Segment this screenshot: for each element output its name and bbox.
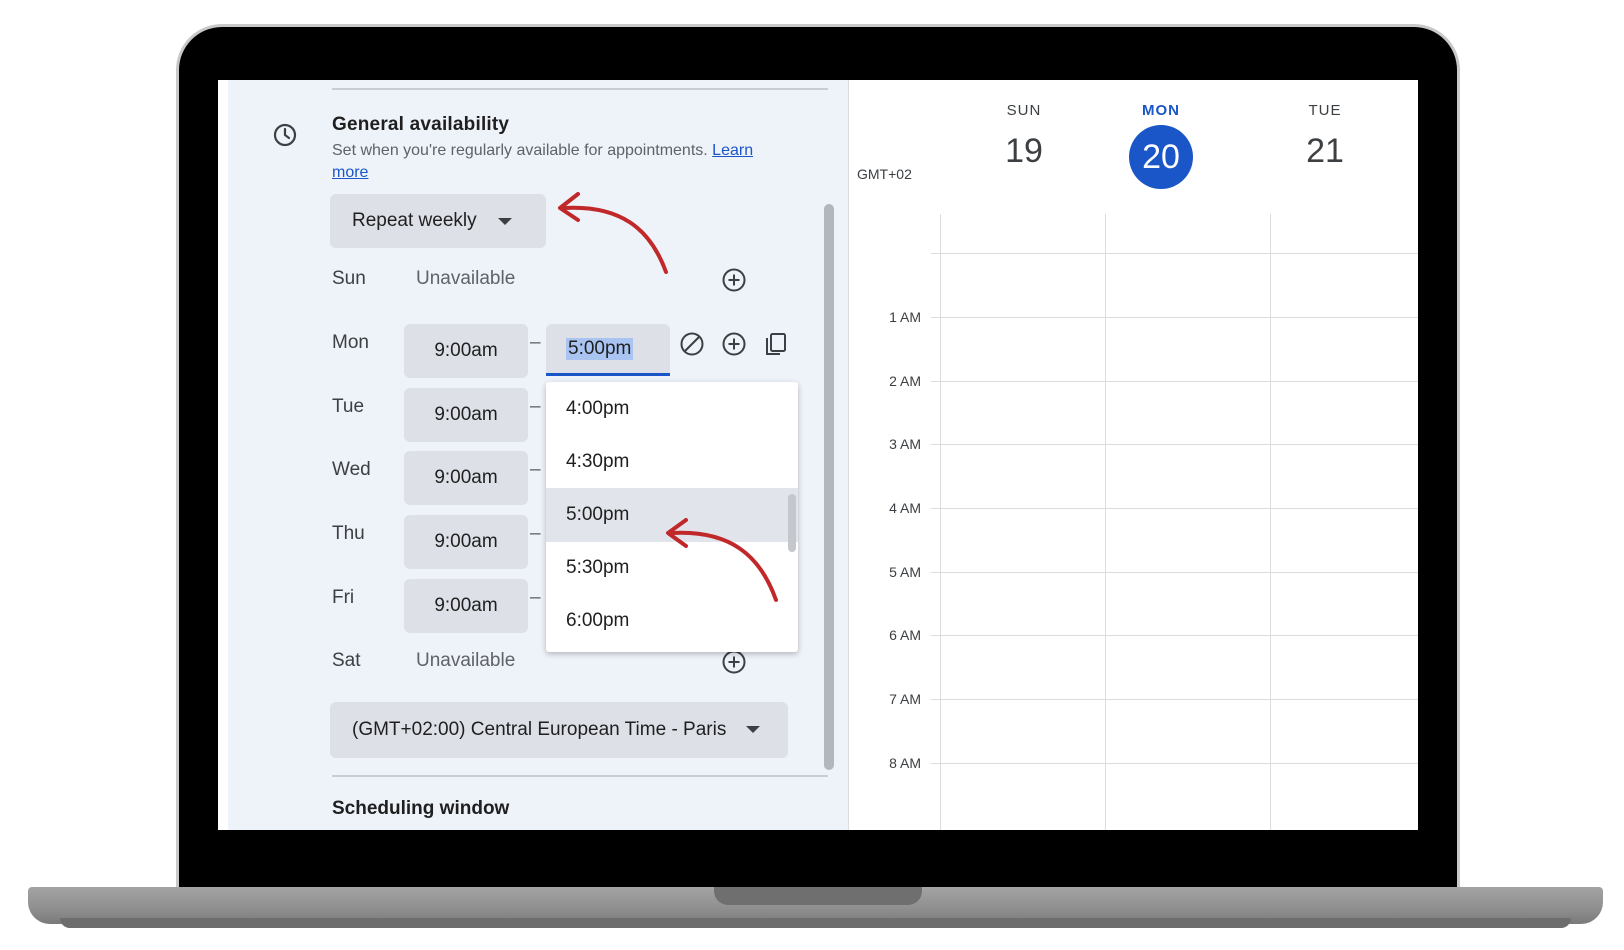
hour-label: 2 AM xyxy=(889,373,921,389)
day-label-wed: Wed xyxy=(332,459,371,480)
day-status-sun: Unavailable xyxy=(416,268,516,289)
end-time-value: 5:00pm xyxy=(566,338,634,360)
date-sun[interactable]: 19 xyxy=(984,132,1064,171)
start-time-fri[interactable]: 9:00am xyxy=(404,579,528,633)
start-time-value: 9:00am xyxy=(434,340,498,361)
day-of-week-tue: TUE xyxy=(1308,102,1342,119)
timezone-label: (GMT+02:00) Central European Time - Pari… xyxy=(352,719,727,740)
section-description: Set when you're regularly available for … xyxy=(332,140,802,184)
hour-label: 8 AM xyxy=(889,755,921,771)
time-separator: – xyxy=(530,587,541,608)
grid-hline xyxy=(931,317,1418,318)
start-time-mon[interactable]: 9:00am xyxy=(404,324,528,378)
block-icon[interactable] xyxy=(678,330,706,358)
clock-icon xyxy=(273,123,297,147)
grid-vline xyxy=(1270,214,1271,830)
grid-hline xyxy=(931,444,1418,445)
grid-hline xyxy=(931,572,1418,573)
screen: General availability Set when you're reg… xyxy=(218,80,1418,830)
caret-down-icon xyxy=(746,726,760,733)
start-time-value: 9:00am xyxy=(434,595,498,616)
copy-icon[interactable] xyxy=(762,330,790,358)
time-separator: – xyxy=(530,523,541,544)
time-option-label: 6:00pm xyxy=(566,610,630,631)
caret-down-icon xyxy=(498,218,512,225)
dropdown-scrollbar[interactable] xyxy=(788,494,796,552)
section-title: General availability xyxy=(332,114,510,135)
repeat-dropdown[interactable]: Repeat weekly xyxy=(330,194,546,248)
date-tue[interactable]: 21 xyxy=(1285,132,1365,171)
time-option-label: 4:30pm xyxy=(566,451,630,472)
hour-label: 6 AM xyxy=(889,627,921,643)
add-time-icon[interactable] xyxy=(720,648,748,676)
day-label-tue: Tue xyxy=(332,396,365,417)
start-time-thu[interactable]: 9:00am xyxy=(404,515,528,569)
timezone-short-label: GMT+02 xyxy=(857,166,912,182)
grid-hline xyxy=(931,253,1418,254)
time-option[interactable]: 5:30pm xyxy=(546,541,798,595)
day-status-sat: Unavailable xyxy=(416,650,516,671)
start-time-value: 9:00am xyxy=(434,531,498,552)
time-separator: – xyxy=(530,396,541,417)
start-time-value: 9:00am xyxy=(434,404,498,425)
add-time-icon[interactable] xyxy=(720,330,748,358)
repeat-dropdown-label: Repeat weekly xyxy=(352,210,477,231)
time-separator: – xyxy=(530,459,541,480)
hour-label: 1 AM xyxy=(889,309,921,325)
hour-label: 4 AM xyxy=(889,500,921,516)
grid-hline xyxy=(931,508,1418,509)
next-section-title: Scheduling window xyxy=(332,798,510,819)
hour-label: 7 AM xyxy=(889,691,921,707)
learn-link-part1[interactable]: Learn xyxy=(712,142,753,159)
grid-hline xyxy=(931,763,1418,764)
laptop-base-edge xyxy=(60,918,1571,928)
learn-link-part2[interactable]: more xyxy=(332,164,368,181)
hour-label: 3 AM xyxy=(889,436,921,452)
timezone-dropdown[interactable]: (GMT+02:00) Central European Time - Pari… xyxy=(330,702,788,758)
grid-hline xyxy=(931,381,1418,382)
time-dropdown: 4:00pm 4:30pm 5:00pm 5:30pm 6:00pm xyxy=(546,382,798,652)
day-label-mon: Mon xyxy=(332,332,369,353)
availability-panel: General availability Set when you're reg… xyxy=(218,80,848,830)
today-date-badge[interactable]: 20 xyxy=(1129,125,1193,189)
start-time-tue[interactable]: 9:00am xyxy=(404,388,528,442)
end-time-input-mon[interactable]: 5:00pm xyxy=(546,324,670,376)
description-text: Set when you're regularly available for … xyxy=(332,142,708,159)
grid-hline xyxy=(931,699,1418,700)
grid-hline xyxy=(931,635,1418,636)
time-option-label: 4:00pm xyxy=(566,398,630,419)
day-label-fri: Fri xyxy=(332,587,355,608)
time-option-label: 5:00pm xyxy=(566,504,630,525)
laptop-notch xyxy=(714,887,922,905)
time-separator: – xyxy=(530,332,541,353)
time-option[interactable]: 6:00pm xyxy=(546,594,798,648)
add-time-icon[interactable] xyxy=(720,266,748,294)
day-of-week-mon: MON xyxy=(1142,102,1180,119)
day-label-sat: Sat xyxy=(332,650,361,671)
date-mon: 20 xyxy=(1142,138,1180,176)
day-label-thu: Thu xyxy=(332,523,365,544)
week-calendar: GMT+02 SUN 19 MON 20 TUE 21 1 AM 2 AM 3 … xyxy=(848,80,1418,830)
grid-vline xyxy=(1105,214,1106,830)
divider xyxy=(332,775,828,777)
time-option-label: 5:30pm xyxy=(566,557,630,578)
panel-scrollbar[interactable] xyxy=(824,204,834,770)
divider xyxy=(332,88,828,90)
start-time-wed[interactable]: 9:00am xyxy=(404,451,528,505)
hour-label: 5 AM xyxy=(889,564,921,580)
time-option[interactable]: 4:00pm xyxy=(546,382,798,436)
day-label-sun: Sun xyxy=(332,268,366,289)
time-option-selected[interactable]: 5:00pm xyxy=(546,488,798,542)
time-option[interactable]: 4:30pm xyxy=(546,435,798,489)
start-time-value: 9:00am xyxy=(434,467,498,488)
day-of-week-sun: SUN xyxy=(1006,102,1042,119)
grid-vline xyxy=(940,214,941,830)
